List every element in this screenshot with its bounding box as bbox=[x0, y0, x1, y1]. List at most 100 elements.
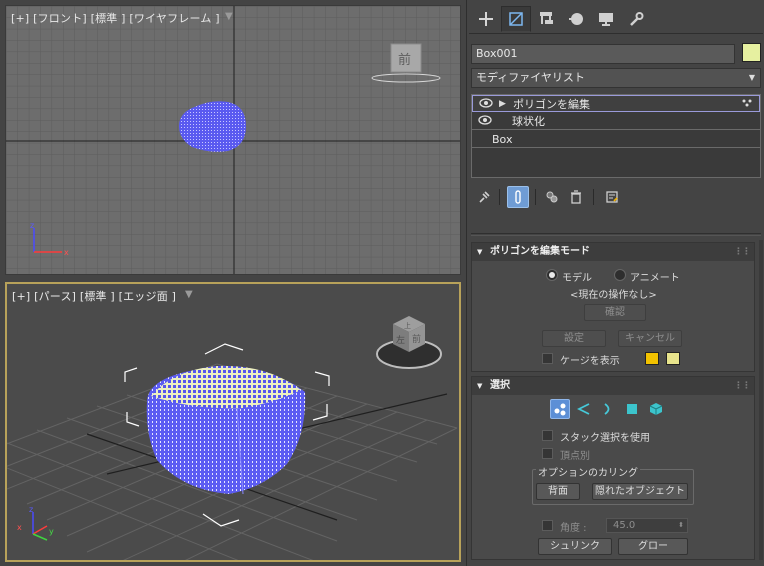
stack-item-label: Box bbox=[492, 133, 513, 146]
commit-button[interactable]: 確認 bbox=[584, 304, 646, 321]
vertex-level-button[interactable] bbox=[550, 399, 570, 419]
filter-icon[interactable]: ▼ bbox=[225, 11, 233, 22]
angle-checkbox[interactable] bbox=[542, 520, 553, 531]
chevron-down-icon: ▼ bbox=[748, 73, 755, 82]
edit-poly-mode-rollout: ▼ ポリゴンを編集モード ⋮⋮ モデル アニメート <現在の操作なし> 確認 設… bbox=[471, 242, 755, 372]
svg-text:z: z bbox=[30, 221, 34, 230]
eye-icon[interactable] bbox=[479, 97, 493, 109]
polygon-level-button[interactable] bbox=[622, 399, 642, 419]
end-result-icon bbox=[515, 190, 521, 204]
angle-spinner[interactable]: 45.0 ⬍ bbox=[606, 518, 688, 533]
rollout-header-edit-poly-mode[interactable]: ▼ ポリゴンを編集モード ⋮⋮ bbox=[472, 243, 754, 261]
cage-color-swatch-2[interactable] bbox=[666, 352, 680, 365]
by-vertex-checkbox[interactable] bbox=[542, 448, 553, 459]
border-level-button[interactable] bbox=[598, 399, 618, 419]
stack-item-box[interactable]: Box bbox=[472, 131, 760, 148]
remove-modifier-button[interactable] bbox=[565, 186, 587, 208]
expand-triangle-icon[interactable]: ▶ bbox=[499, 96, 506, 113]
angle-label: 角度 : bbox=[560, 523, 587, 534]
spinner-arrows-icon[interactable]: ⬍ bbox=[678, 519, 684, 532]
make-unique-icon bbox=[546, 191, 558, 203]
motion-icon bbox=[569, 13, 583, 25]
grow-button[interactable]: グロー bbox=[618, 538, 688, 555]
border-icon bbox=[604, 403, 610, 415]
trash-icon bbox=[571, 190, 581, 204]
svg-text:前: 前 bbox=[412, 333, 421, 345]
sub-object-level-bar bbox=[550, 399, 670, 421]
tab-create[interactable] bbox=[471, 6, 501, 32]
polygon-icon bbox=[627, 404, 637, 414]
svg-text:x: x bbox=[17, 523, 22, 532]
hierarchy-icon bbox=[540, 12, 553, 24]
rollout-title: ポリゴンを編集モード bbox=[490, 246, 590, 257]
show-cage-checkbox[interactable] bbox=[542, 353, 553, 364]
use-stack-selection-checkbox[interactable] bbox=[542, 430, 553, 441]
tab-utilities[interactable] bbox=[621, 6, 651, 32]
occluded-objects-button[interactable]: 隠れたオブジェクト bbox=[592, 483, 688, 500]
backface-button[interactable]: 背面 bbox=[536, 483, 580, 500]
stack-item-edit-poly[interactable]: ▶ ポリゴンを編集 bbox=[472, 95, 760, 112]
grip-icon[interactable]: ⋮⋮ bbox=[734, 243, 751, 261]
panel-scrollbar[interactable] bbox=[759, 240, 763, 560]
collapse-icon: ▼ bbox=[477, 382, 483, 390]
pin-icon bbox=[479, 191, 490, 203]
filter-icon[interactable]: ▼ bbox=[185, 289, 193, 300]
settings-button[interactable]: 設定 bbox=[542, 330, 606, 347]
front-viewport[interactable]: z x 前 [+] [フロント] [標準 ] [ワイヤフレーム ] ▼ bbox=[5, 5, 461, 275]
tab-hierarchy[interactable] bbox=[531, 6, 561, 32]
vertex-icon bbox=[554, 403, 566, 416]
use-stack-selection-label: スタック選択を使用 bbox=[560, 433, 650, 444]
svg-text:x: x bbox=[64, 248, 69, 257]
configure-sets-button[interactable] bbox=[601, 186, 623, 208]
model-label: モデル bbox=[562, 273, 592, 284]
collapse-icon: ▼ bbox=[477, 248, 483, 256]
grip-icon[interactable]: ⋮⋮ bbox=[734, 377, 751, 395]
svg-text:y: y bbox=[49, 527, 54, 536]
cancel-button[interactable]: キャンセル bbox=[618, 330, 682, 347]
perspective-viewport-label[interactable]: [+] [パース] [標準 ] [エッジ面 ] bbox=[12, 288, 176, 304]
tab-modify[interactable] bbox=[501, 6, 531, 32]
front-viewport-label[interactable]: [+] [フロント] [標準 ] [ワイヤフレーム ] bbox=[11, 10, 220, 26]
by-vertex-label: 頂点別 bbox=[560, 451, 590, 462]
modifier-list-label: モディファイヤリスト bbox=[476, 71, 585, 84]
object-name-input[interactable]: Box001 bbox=[471, 44, 735, 64]
edge-icon bbox=[577, 403, 590, 415]
command-panel-tabs bbox=[469, 4, 763, 34]
perspective-scene: z x y 上 左 前 bbox=[7, 316, 458, 560]
stack-item-spherify[interactable]: 球状化 bbox=[472, 113, 760, 130]
stack-item-label: ポリゴンを編集 bbox=[513, 98, 590, 111]
animate-label: アニメート bbox=[630, 273, 680, 284]
make-unique-button[interactable] bbox=[541, 186, 563, 208]
stack-item-label: 球状化 bbox=[512, 115, 545, 128]
show-cage-label: ケージを表示 bbox=[560, 356, 620, 367]
model-radio[interactable] bbox=[546, 269, 558, 281]
tab-motion[interactable] bbox=[561, 6, 591, 32]
element-icon bbox=[649, 403, 663, 415]
panel-divider[interactable] bbox=[471, 233, 761, 236]
angle-value: 45.0 bbox=[613, 520, 636, 531]
sub-object-icon bbox=[742, 99, 752, 107]
pin-stack-button[interactable] bbox=[473, 186, 495, 208]
modifier-stack: ▶ ポリゴンを編集 球状化 Box bbox=[471, 94, 761, 178]
show-end-result-button[interactable] bbox=[507, 186, 529, 208]
command-panel: Box001 モディファイヤリスト ▼ ▶ ポリゴンを編集 球状化 Box ▼ … bbox=[466, 0, 764, 566]
edge-level-button[interactable] bbox=[574, 399, 594, 419]
tab-display[interactable] bbox=[591, 6, 621, 32]
modify-icon bbox=[509, 12, 523, 26]
eye-icon[interactable] bbox=[478, 114, 492, 126]
rollout-title: 選択 bbox=[490, 380, 510, 391]
shrink-button[interactable]: シュリンク bbox=[538, 538, 612, 555]
animate-radio[interactable] bbox=[614, 269, 626, 281]
modifier-list-dropdown[interactable]: モディファイヤリスト ▼ bbox=[471, 68, 761, 88]
front-grid: z x 前 bbox=[6, 6, 460, 274]
perspective-viewport[interactable]: z x y 上 左 前 [+] [パース] [標準 ] [エッジ面 ] ▼ bbox=[5, 282, 461, 562]
svg-text:上: 上 bbox=[404, 321, 411, 330]
element-level-button[interactable] bbox=[646, 399, 666, 419]
configure-icon bbox=[606, 191, 618, 203]
cage-color-swatch-1[interactable] bbox=[645, 352, 659, 365]
create-icon bbox=[479, 12, 493, 26]
object-color-swatch[interactable] bbox=[742, 43, 761, 62]
culling-group-label: オプションのカリング bbox=[536, 464, 640, 479]
viewcube-perspective[interactable]: 上 左 前 bbox=[376, 316, 442, 369]
rollout-header-selection[interactable]: ▼ 選択 ⋮⋮ bbox=[472, 377, 754, 395]
